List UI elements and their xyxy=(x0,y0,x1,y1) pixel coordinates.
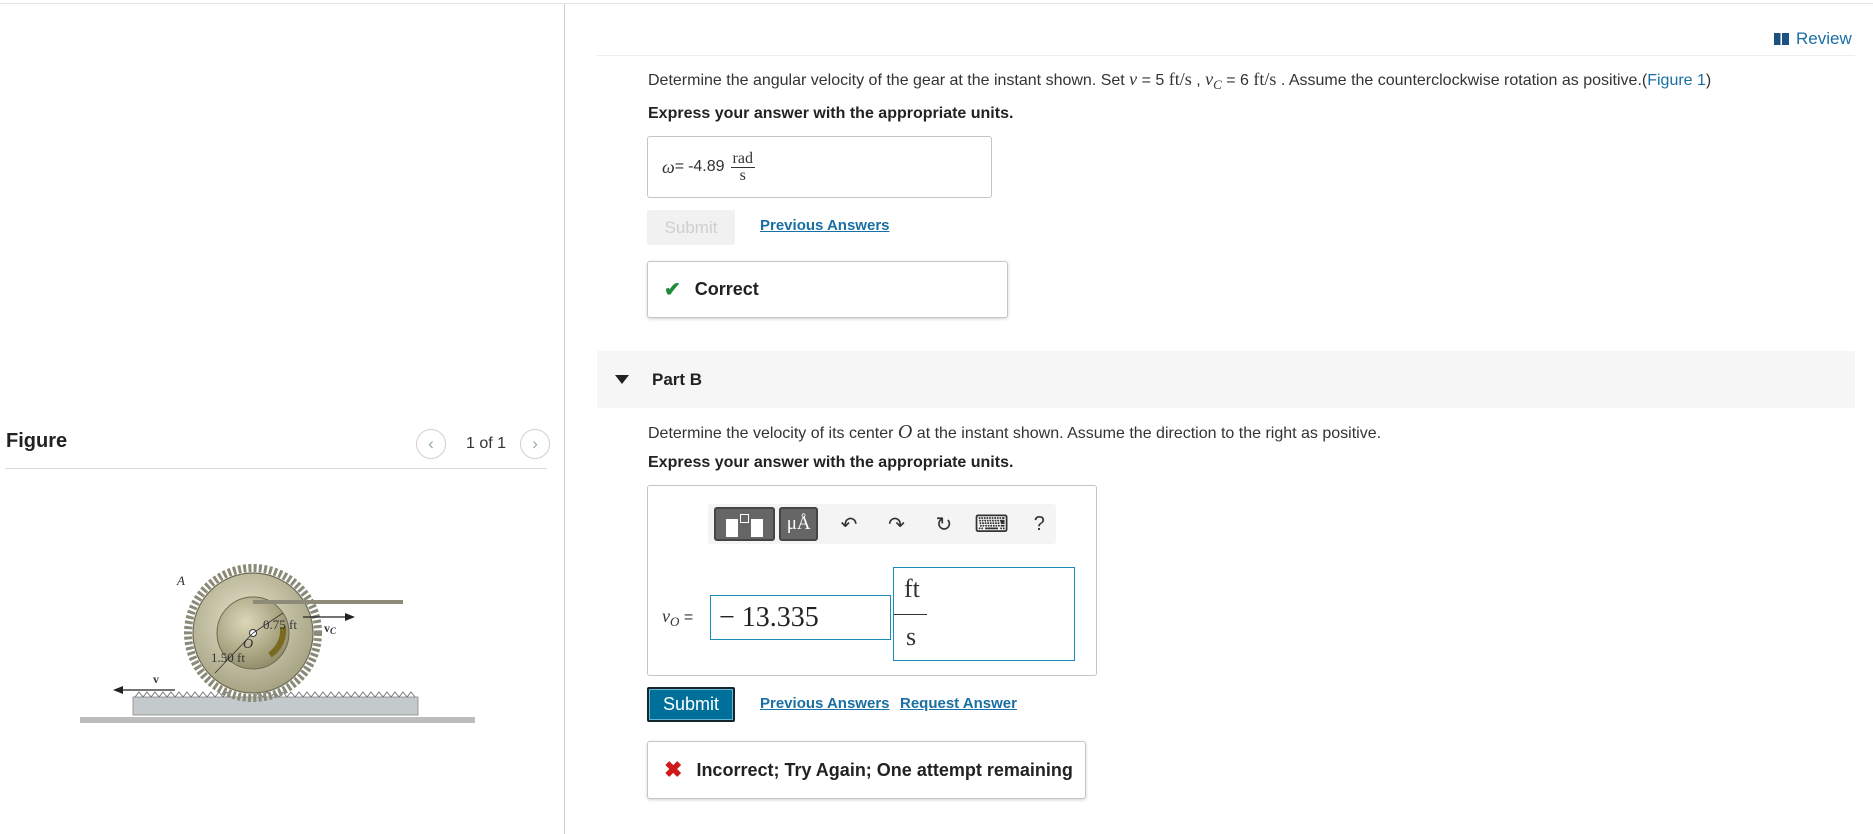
chevron-right-icon: › xyxy=(532,434,538,453)
feedback-text: Correct xyxy=(694,279,759,299)
part-a-answer-value: -4.89 xyxy=(688,158,725,175)
omega-symbol: ω xyxy=(662,156,675,177)
v-arrowhead xyxy=(113,686,123,694)
part-b-previous-answers-link[interactable]: Previous Answers xyxy=(760,695,890,712)
part-b-question: Determine the velocity of its center O a… xyxy=(648,421,1382,443)
reset-icon[interactable]: ↻ xyxy=(927,507,960,541)
label-vc: vC xyxy=(324,621,337,636)
figure-divider xyxy=(5,468,547,469)
value-input[interactable]: − 13.335 xyxy=(710,595,891,640)
part-a-submit-button: Submit xyxy=(647,210,735,245)
part-b-answer-box: μÅ ↶ ↷ ↻ ⌨ ? vO = − 13.335 ft s xyxy=(647,485,1097,676)
math-toolbar: μÅ ↶ ↷ ↻ ⌨ ? xyxy=(708,504,1056,544)
cable xyxy=(253,600,403,604)
part-a-answer-unit: rad s xyxy=(730,149,755,184)
vc-arrowhead xyxy=(345,613,355,621)
help-icon[interactable]: ? xyxy=(1023,507,1056,541)
book-icon xyxy=(1774,33,1789,45)
figure-pager: ‹ 1 of 1 › xyxy=(416,429,551,459)
part-b-header[interactable]: Part B xyxy=(597,351,1855,408)
part-a-previous-answers-link[interactable]: Previous Answers xyxy=(760,217,890,234)
gear-figure: A O 0.75 ft 1.50 ft vC v xyxy=(80,564,475,723)
part-a-instruction: Express your answer with the appropriate… xyxy=(648,105,1014,122)
label-outer-radius: 1.50 ft xyxy=(211,650,245,665)
figure-count: 1 of 1 xyxy=(466,435,507,452)
label-inner-radius: 0.75 ft xyxy=(263,617,297,632)
prev-figure-button[interactable]: ‹ xyxy=(416,429,446,459)
checkmark-icon: ✔ xyxy=(664,279,681,301)
next-figure-button[interactable]: › xyxy=(520,429,551,459)
figure-title: Figure xyxy=(6,430,68,452)
templates-button[interactable] xyxy=(714,507,775,541)
top-rule xyxy=(0,3,1873,4)
part-b-label: Part B xyxy=(652,369,703,389)
redo-icon[interactable]: ↷ xyxy=(880,507,913,541)
ground xyxy=(80,717,475,723)
velocity-label: vO = xyxy=(662,606,694,630)
request-answer-link[interactable]: Request Answer xyxy=(900,695,1017,712)
fraction-bar xyxy=(894,614,927,615)
chevron-left-icon: ‹ xyxy=(428,434,434,453)
label-v: v xyxy=(153,672,159,686)
unit-numerator: ft xyxy=(904,574,920,603)
caret-down-icon xyxy=(615,375,629,384)
units-button[interactable]: μÅ xyxy=(778,507,819,541)
undo-icon[interactable]: ↶ xyxy=(832,507,865,541)
equals-sign: = xyxy=(674,158,685,175)
unit-input[interactable]: ft s xyxy=(893,567,1075,661)
review-label: Review xyxy=(1796,29,1852,48)
header-rule xyxy=(597,55,1855,56)
keyboard-icon[interactable]: ⌨ xyxy=(974,507,1009,541)
part-b-submit-button[interactable]: Submit xyxy=(647,687,735,722)
part-a-question: Determine the angular velocity of the ge… xyxy=(648,69,1712,93)
figure-link[interactable]: Figure 1 xyxy=(1647,72,1706,89)
part-b-feedback: ✖ Incorrect; Try Again; One attempt rema… xyxy=(647,741,1086,799)
unit-denominator: s xyxy=(906,622,917,651)
part-a-answer-box: ω = -4.89 rad s xyxy=(647,136,992,198)
label-a: A xyxy=(176,573,185,588)
part-a-feedback: ✔ Correct xyxy=(647,261,1008,318)
part-b-instruction: Express your answer with the appropriate… xyxy=(648,454,1014,471)
x-icon: ✖ xyxy=(664,757,683,782)
feedback-text: Incorrect; Try Again; One attempt remain… xyxy=(696,759,1073,780)
panel-divider[interactable] xyxy=(564,4,565,834)
review-link[interactable]: Review xyxy=(1774,29,1852,49)
